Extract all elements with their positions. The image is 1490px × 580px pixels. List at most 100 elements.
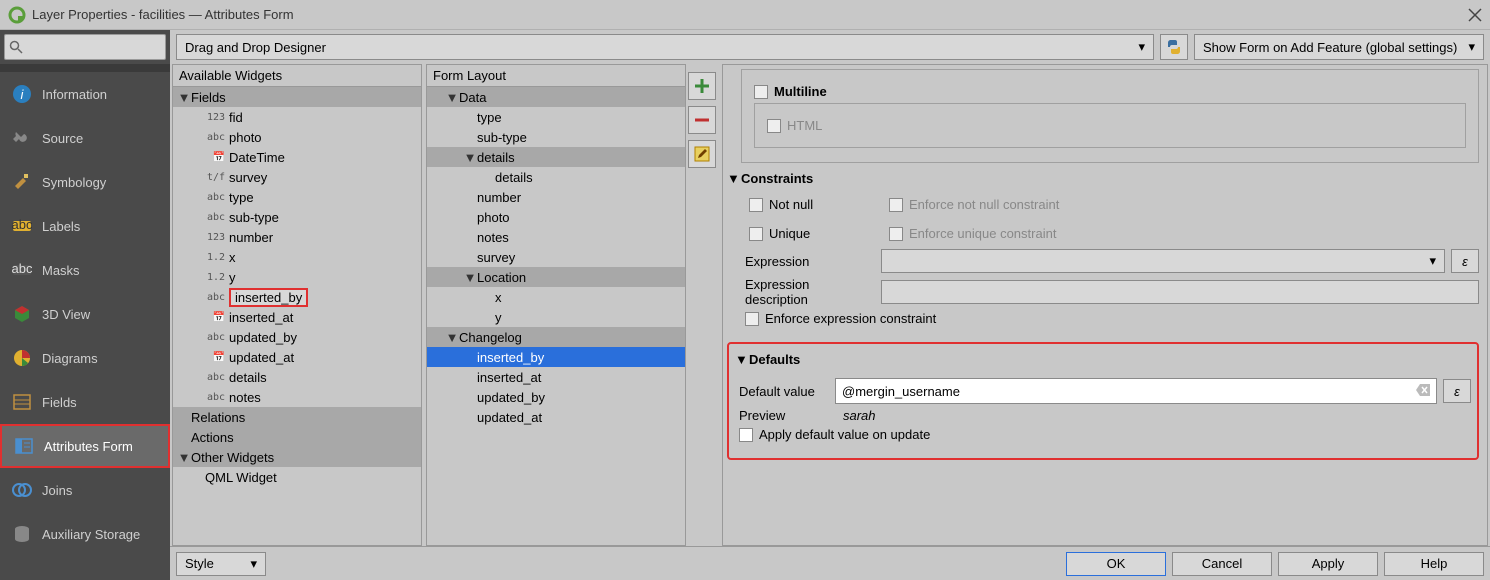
tree-label: inserted_by [229,288,308,307]
chevron-down-icon: ▾ [1468,39,1475,55]
tree-row[interactable]: inserted_by [427,347,685,367]
available-widgets-tree[interactable]: ▼Fields123fidabcphoto📅DateTimet/fsurveya… [173,87,421,545]
titlebar: Layer Properties - facilities — Attribut… [0,0,1490,30]
sidebar-item-diagrams[interactable]: Diagrams [0,336,170,380]
clear-icon[interactable] [1416,384,1430,399]
sidebar-item-label: Symbology [42,175,106,190]
tree-row[interactable]: ▼Data [427,87,685,107]
tree-row[interactable]: x [427,287,685,307]
tree-row[interactable]: ▼Fields [173,87,421,107]
sidebar-item-joins[interactable]: Joins [0,468,170,512]
tree-row[interactable]: updated_by [427,387,685,407]
sidebar-item-fields[interactable]: Fields [0,380,170,424]
tree-row[interactable]: abctype [173,187,421,207]
tree-row[interactable]: details [427,167,685,187]
sidebar-scroll-top[interactable] [0,64,170,72]
minus-icon [694,112,710,128]
default-value-input[interactable]: @mergin_username [835,378,1437,404]
tree-row[interactable]: abcupdated_by [173,327,421,347]
sidebar-search[interactable] [4,34,166,60]
sidebar-item-auxiliary-storage[interactable]: Auxiliary Storage [0,512,170,556]
help-button[interactable]: Help [1384,552,1484,576]
main: Drag and Drop Designer ▾ Show Form on Ad… [170,30,1490,580]
chevron-down-icon: ▼ [445,90,459,105]
epsilon-icon: ε [1454,384,1460,399]
add-tab-button[interactable] [688,72,716,100]
tree-row[interactable]: abcinserted_by [173,287,421,307]
html-checkbox[interactable]: HTML [767,118,1453,133]
form-layout-tree[interactable]: ▼Datatypesub-type▼detailsdetailsnumberph… [427,87,685,545]
multiline-checkbox[interactable]: Multiline [754,84,1466,99]
tree-row[interactable]: abcphoto [173,127,421,147]
sidebar-item-source[interactable]: Source [0,116,170,160]
tree-row[interactable]: updated_at [427,407,685,427]
sidebar-item-attributes-form[interactable]: Attributes Form [0,424,170,468]
tree-row[interactable]: survey [427,247,685,267]
apply-button[interactable]: Apply [1278,552,1378,576]
tree-row[interactable]: abcnotes [173,387,421,407]
tree-row[interactable]: 1.2y [173,267,421,287]
designer-mode-combo[interactable]: Drag and Drop Designer ▾ [176,34,1154,60]
checkbox-icon [745,312,759,326]
constraints-section: ▼ Constraints Not null [727,167,1479,334]
show-form-combo[interactable]: Show Form on Add Feature (global setting… [1194,34,1484,60]
tree-row[interactable]: y [427,307,685,327]
sidebar-item-information[interactable]: iInformation [0,72,170,116]
tree-row[interactable]: 📅updated_at [173,347,421,367]
enforce-unique-label: Enforce unique constraint [909,226,1056,241]
enforce-expression-checkbox[interactable]: Enforce expression constraint [745,311,1479,326]
constraints-header[interactable]: ▼ Constraints [727,167,1479,189]
tree-row[interactable]: 123number [173,227,421,247]
tree-row[interactable]: 📅DateTime [173,147,421,167]
edit-button[interactable] [688,140,716,168]
tree-row[interactable]: abcsub-type [173,207,421,227]
apply-on-update-checkbox[interactable]: Apply default value on update [739,427,1471,442]
type-icon: abc [205,292,229,303]
tree-label: QML Widget [205,470,277,485]
type-icon: 📅 [205,352,229,363]
tree-row[interactable]: ▼Location [427,267,685,287]
not-null-checkbox[interactable]: Not null [749,197,889,212]
ok-button[interactable]: OK [1066,552,1166,576]
expression-combo[interactable]: ▾ [881,249,1445,273]
tree-row[interactable]: type [427,107,685,127]
tree-row[interactable]: notes [427,227,685,247]
tree-label: Actions [191,430,234,445]
tree-label: updated_by [229,330,297,345]
python-button[interactable] [1160,34,1188,60]
tree-row[interactable]: 📅inserted_at [173,307,421,327]
tree-row[interactable]: Actions [173,427,421,447]
sidebar-item-labels[interactable]: abcLabels [0,204,170,248]
tree-row[interactable]: ▼Other Widgets [173,447,421,467]
tree-row[interactable]: 123fid [173,107,421,127]
type-icon: 📅 [205,152,229,163]
remove-button[interactable] [688,106,716,134]
sidebar-item-3d-view[interactable]: 3D View [0,292,170,336]
unique-checkbox[interactable]: Unique [749,226,889,241]
style-combo[interactable]: Style ▾ [176,552,266,576]
tree-row[interactable]: inserted_at [427,367,685,387]
expression-builder-button[interactable]: ε [1451,249,1479,273]
expression-desc-input[interactable] [881,280,1479,304]
sidebar-item-symbology[interactable]: Symbology [0,160,170,204]
tree-row[interactable]: photo [427,207,685,227]
tree-row[interactable]: QML Widget [173,467,421,487]
tree-row[interactable]: number [427,187,685,207]
chevron-down-icon: ▼ [177,90,191,105]
close-icon[interactable] [1468,8,1482,22]
tree-row[interactable]: ▼details [427,147,685,167]
cancel-button[interactable]: Cancel [1172,552,1272,576]
tree-row[interactable]: t/fsurvey [173,167,421,187]
tree-row[interactable]: ▼Changelog [427,327,685,347]
tree-label: updated_at [229,350,294,365]
window-title: Layer Properties - facilities — Attribut… [32,7,1468,22]
tree-row[interactable]: 1.2x [173,247,421,267]
tree-row[interactable]: Relations [173,407,421,427]
defaults-header[interactable]: ▼ Defaults [735,348,1471,370]
sidebar-item-masks[interactable]: abcMasks [0,248,170,292]
tree-row[interactable]: sub-type [427,127,685,147]
tree-label: Changelog [459,330,522,345]
tree-row[interactable]: abcdetails [173,367,421,387]
top-row: Drag and Drop Designer ▾ Show Form on Ad… [170,30,1490,64]
default-expression-builder-button[interactable]: ε [1443,379,1471,403]
